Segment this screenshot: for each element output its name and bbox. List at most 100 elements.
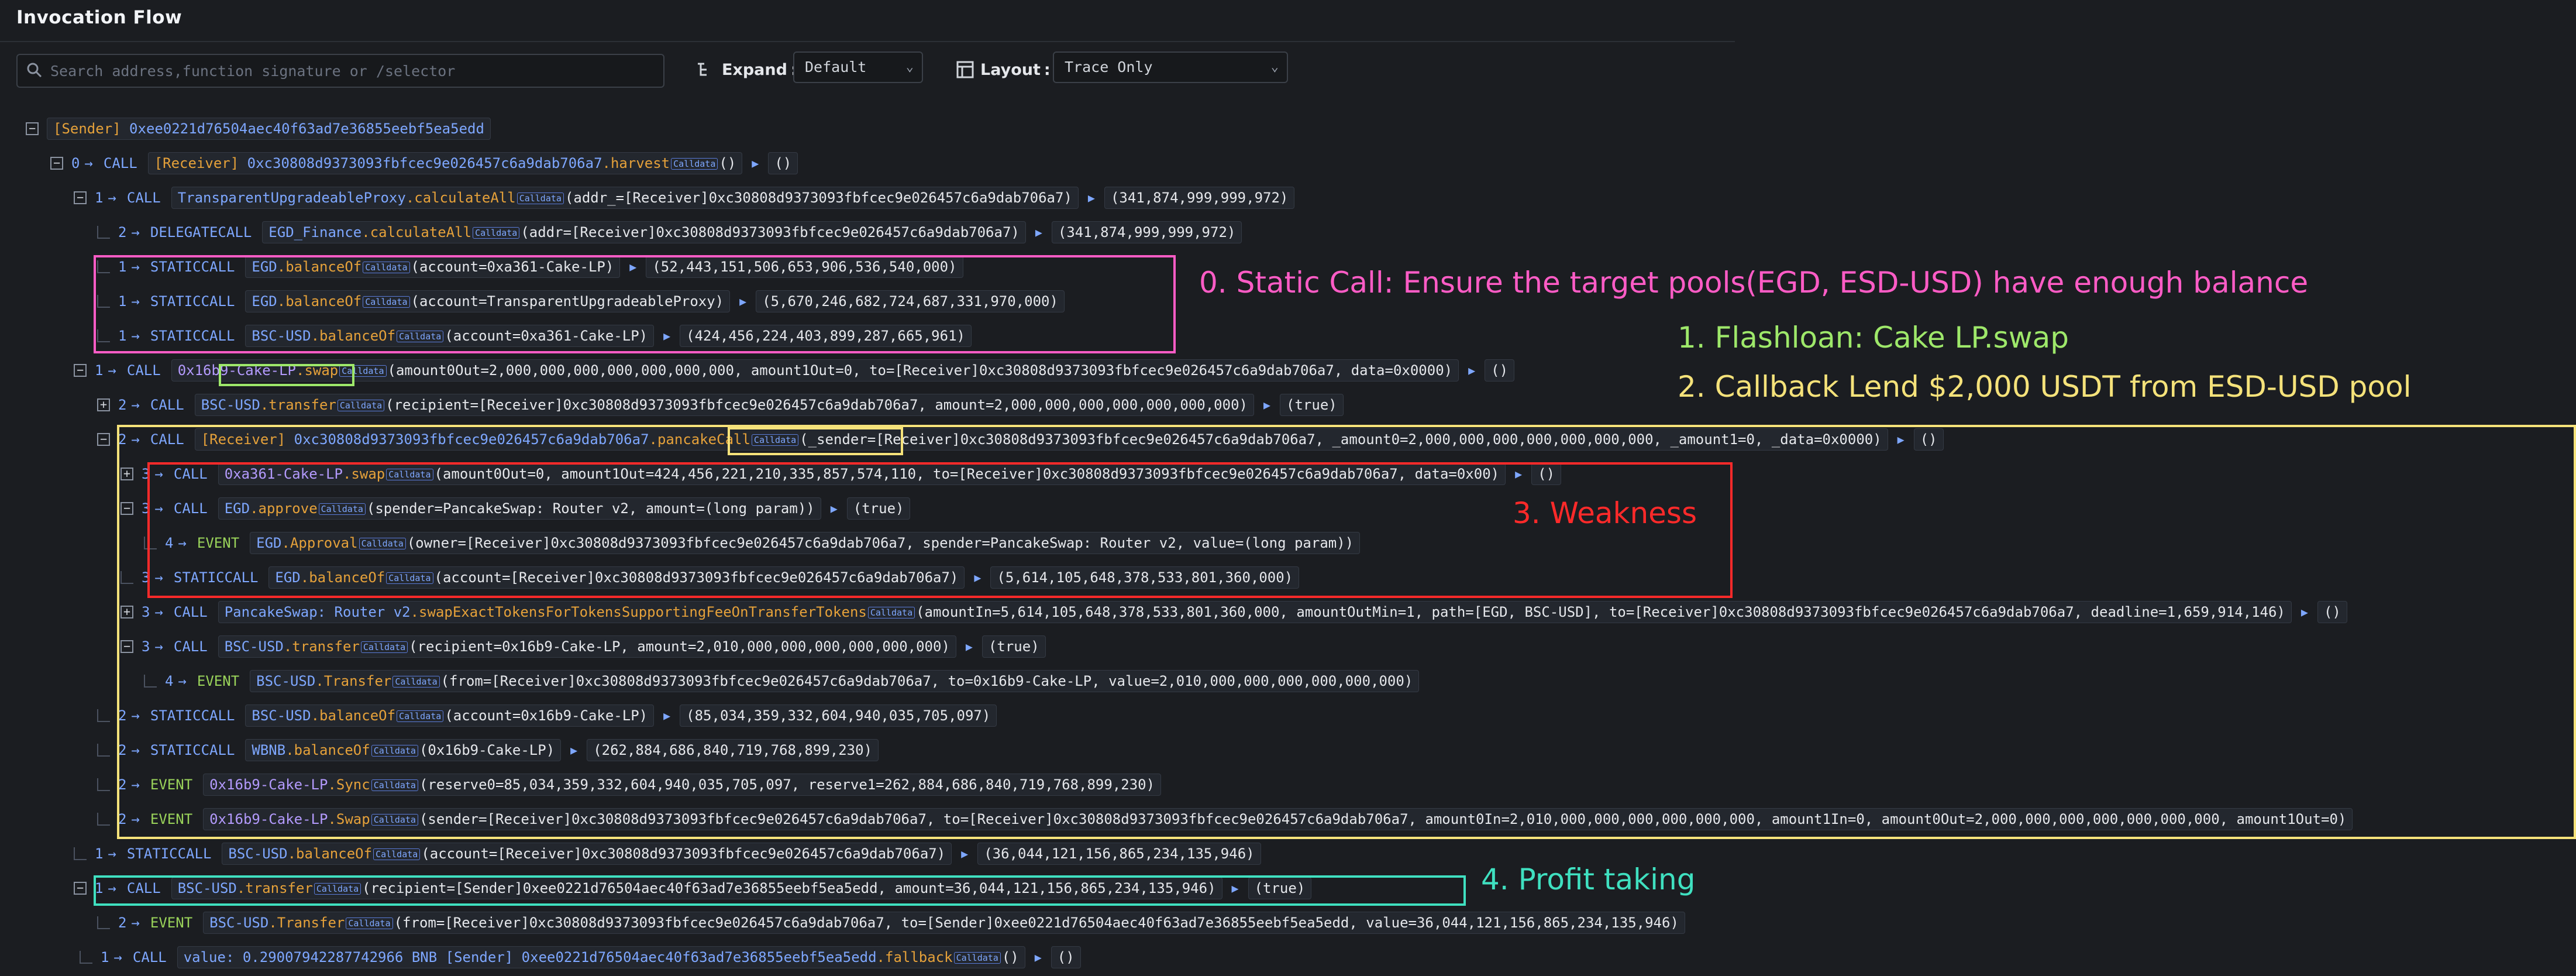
expand-toggle-icon[interactable]: + <box>120 606 133 618</box>
contract-address[interactable]: BSC-USD <box>252 328 311 344</box>
calldata-badge[interactable]: Calldata <box>314 883 361 895</box>
calldata-badge[interactable]: Calldata <box>371 779 418 791</box>
search-input[interactable] <box>49 60 654 82</box>
trace-row[interactable]: 3 → STATICCALL EGD.balanceOf Calldata (accoun… <box>120 563 1300 592</box>
calldata-badge[interactable]: Calldata <box>346 917 393 929</box>
trace-row[interactable]: −1 → CALL 0x16b9-Cake-LP.swap Calldata (amoun… <box>74 356 1515 384</box>
play-arrow-icon[interactable]: ▶ <box>966 640 973 654</box>
trace-row[interactable]: −1 → CALL TransparentUpgradeableProxy.calcu… <box>74 184 1295 212</box>
trace-row[interactable]: 1 → CALL value: 0.29007942287742966 BNB [Se… <box>80 943 1081 971</box>
play-arrow-icon[interactable]: ▶ <box>1232 881 1239 895</box>
trace-row[interactable]: 2 → EVENT 0x16b9-Cake-LP.Swap Calldata (sende… <box>97 805 2353 833</box>
collapse-toggle-icon[interactable]: − <box>26 122 39 135</box>
calldata-badge[interactable]: Calldata <box>318 503 366 515</box>
calldata-badge[interactable]: Calldata <box>337 400 385 411</box>
search-box[interactable] <box>16 54 664 88</box>
play-arrow-icon[interactable]: ▶ <box>961 847 968 861</box>
calldata-badge[interactable]: Calldata <box>671 158 718 170</box>
calldata-badge[interactable]: Calldata <box>867 607 915 618</box>
calldata-badge[interactable]: Calldata <box>371 745 418 757</box>
trace-row[interactable]: +3 → CALL PancakeSwap: Router v2.swapExactT… <box>120 598 2347 626</box>
play-arrow-icon[interactable]: ▶ <box>1035 950 1042 964</box>
calldata-badge[interactable]: Calldata <box>373 848 421 860</box>
play-arrow-icon[interactable]: ▶ <box>663 329 670 343</box>
collapse-toggle-icon[interactable]: − <box>120 640 133 653</box>
play-arrow-icon[interactable]: ▶ <box>629 260 636 274</box>
trace-row[interactable]: 1 → STATICCALL BSC-USD.balanceOf Calldata (ac… <box>97 322 972 350</box>
trace-row[interactable]: 2 → EVENT BSC-USD.Transfer Calldata (from=[Re… <box>97 909 1685 937</box>
play-arrow-icon[interactable]: ▶ <box>739 294 746 308</box>
play-arrow-icon[interactable]: ▶ <box>570 743 577 757</box>
calldata-badge[interactable]: Calldata <box>339 365 387 377</box>
play-arrow-icon[interactable]: ▶ <box>1263 398 1270 412</box>
trace-row[interactable]: 1 → STATICCALL BSC-USD.balanceOf Calldata (ac… <box>74 840 1261 868</box>
play-arrow-icon[interactable]: ▶ <box>752 156 759 170</box>
contract-address[interactable]: EGD <box>256 535 281 551</box>
trace-row[interactable]: +3 → CALL 0xa361-Cake-LP.swap Calldata (amoun… <box>120 460 1562 488</box>
trace-row[interactable]: 2 → DELEGATECALL EGD_Finance.calculateAll Ca… <box>97 218 1242 246</box>
play-arrow-icon[interactable]: ▶ <box>831 501 838 516</box>
calldata-badge[interactable]: Calldata <box>371 814 418 826</box>
contract-address[interactable]: EGD <box>252 259 277 275</box>
collapse-toggle-icon[interactable]: − <box>74 882 87 895</box>
contract-address[interactable]: BSC-USD <box>178 880 237 896</box>
trace-row[interactable]: −3 → CALL BSC-USD.transfer Calldata (recipien… <box>120 633 1046 661</box>
expand-toggle-icon[interactable]: + <box>97 398 110 411</box>
trace-row[interactable]: 2 → EVENT 0x16b9-Cake-LP.Sync Calldata (reser… <box>97 771 1162 799</box>
play-arrow-icon[interactable]: ▶ <box>1035 225 1042 239</box>
contract-address[interactable]: 0xc30808d9373093fbfcec9e026457c6a9dab706… <box>294 431 649 448</box>
contract-address[interactable]: 0xee0221d76504aec40f63ad7e36855eebf5ea5e… <box>129 121 484 137</box>
trace-row[interactable]: 2 → STATICCALL WBNB.balanceOf Calldata (0x16b… <box>97 736 879 764</box>
contract-address[interactable]: EGD_Finance <box>268 224 361 240</box>
collapse-toggle-icon[interactable]: − <box>120 502 133 515</box>
expand-toggle-icon[interactable]: + <box>120 468 133 480</box>
collapse-toggle-icon[interactable]: − <box>50 157 63 170</box>
calldata-badge[interactable]: Calldata <box>751 434 799 446</box>
contract-address[interactable]: BSC-USD <box>201 397 260 413</box>
calldata-badge[interactable]: Calldata <box>473 227 520 239</box>
contract-address[interactable]: TransparentUpgradeableProxy <box>178 190 406 206</box>
play-arrow-icon[interactable]: ▶ <box>1088 191 1095 205</box>
contract-address[interactable]: BSC-USD <box>228 846 287 862</box>
calldata-badge[interactable]: Calldata <box>363 262 410 273</box>
calldata-badge[interactable]: Calldata <box>516 193 564 204</box>
expand-select[interactable]: Default ⌄ <box>793 51 923 83</box>
layout-select[interactable]: Trace Only ⌄ <box>1053 51 1288 83</box>
calldata-badge[interactable]: Calldata <box>359 538 406 549</box>
contract-address[interactable]: PancakeSwap: Router v2 <box>225 604 411 620</box>
play-arrow-icon[interactable]: ▶ <box>1897 432 1905 446</box>
contract-address[interactable]: BSC-USD <box>209 915 268 931</box>
trace-row[interactable]: −1 → CALL BSC-USD.transfer Calldata (recipien… <box>74 874 1312 902</box>
contract-address[interactable]: BSC-USD <box>225 638 284 655</box>
contract-address[interactable]: EGD <box>252 293 277 310</box>
collapse-toggle-icon[interactable]: − <box>97 433 110 446</box>
trace-row[interactable]: 4 → EVENT BSC-USD.Transfer Calldata (from=[Re… <box>144 667 1420 695</box>
trace-row[interactable]: −0 → CALL [Receiver] 0xc30808d9373093fbfcec… <box>50 149 798 177</box>
trace-row[interactable]: +2 → CALL BSC-USD.transfer Calldata (recipien… <box>97 391 1344 419</box>
contract-address[interactable]: 0xc30808d9373093fbfcec9e026457c6a9dab706… <box>247 155 602 171</box>
contract-address[interactable]: EGD <box>275 569 300 586</box>
calldata-badge[interactable]: Calldata <box>953 952 1001 964</box>
collapse-toggle-icon[interactable]: − <box>74 191 87 204</box>
calldata-badge[interactable]: Calldata <box>363 296 410 308</box>
calldata-badge[interactable]: Calldata <box>397 710 444 722</box>
trace-row[interactable]: −3 → CALL EGD.approve Calldata (spender=Panca… <box>120 494 911 523</box>
play-arrow-icon[interactable]: ▶ <box>1468 363 1475 377</box>
contract-address[interactable]: value: 0.29007942287742966 BNB [Sender] … <box>184 949 877 965</box>
contract-address[interactable]: 0x16b9-Cake-LP <box>209 811 328 827</box>
calldata-badge[interactable]: Calldata <box>397 331 444 342</box>
trace-row[interactable]: − [Sender] 0xee0221d76504aec40f63ad7e3685… <box>26 115 491 143</box>
play-arrow-icon[interactable]: ▶ <box>2301 605 2308 619</box>
play-arrow-icon[interactable]: ▶ <box>974 571 981 585</box>
trace-row[interactable]: 1 → STATICCALL EGD.balanceOf Calldata (accoun… <box>97 253 963 281</box>
trace-row[interactable]: −2 → CALL [Receiver] 0xc30808d9373093fbfcec… <box>97 425 1944 453</box>
calldata-badge[interactable]: Calldata <box>386 469 433 480</box>
calldata-badge[interactable]: Calldata <box>386 572 433 584</box>
play-arrow-icon[interactable]: ▶ <box>663 709 670 723</box>
contract-address[interactable]: BSC-USD <box>256 673 315 689</box>
contract-address[interactable]: 0x16b9-Cake-LP <box>209 776 328 793</box>
calldata-badge[interactable]: Calldata <box>392 676 440 688</box>
trace-row[interactable]: 1 → STATICCALL EGD.balanceOf Calldata (accoun… <box>97 287 1065 315</box>
contract-address[interactable]: 0xa361-Cake-LP <box>225 466 343 482</box>
trace-row[interactable]: 4 → EVENT EGD.Approval Calldata (owner=[Recei… <box>144 529 1361 557</box>
